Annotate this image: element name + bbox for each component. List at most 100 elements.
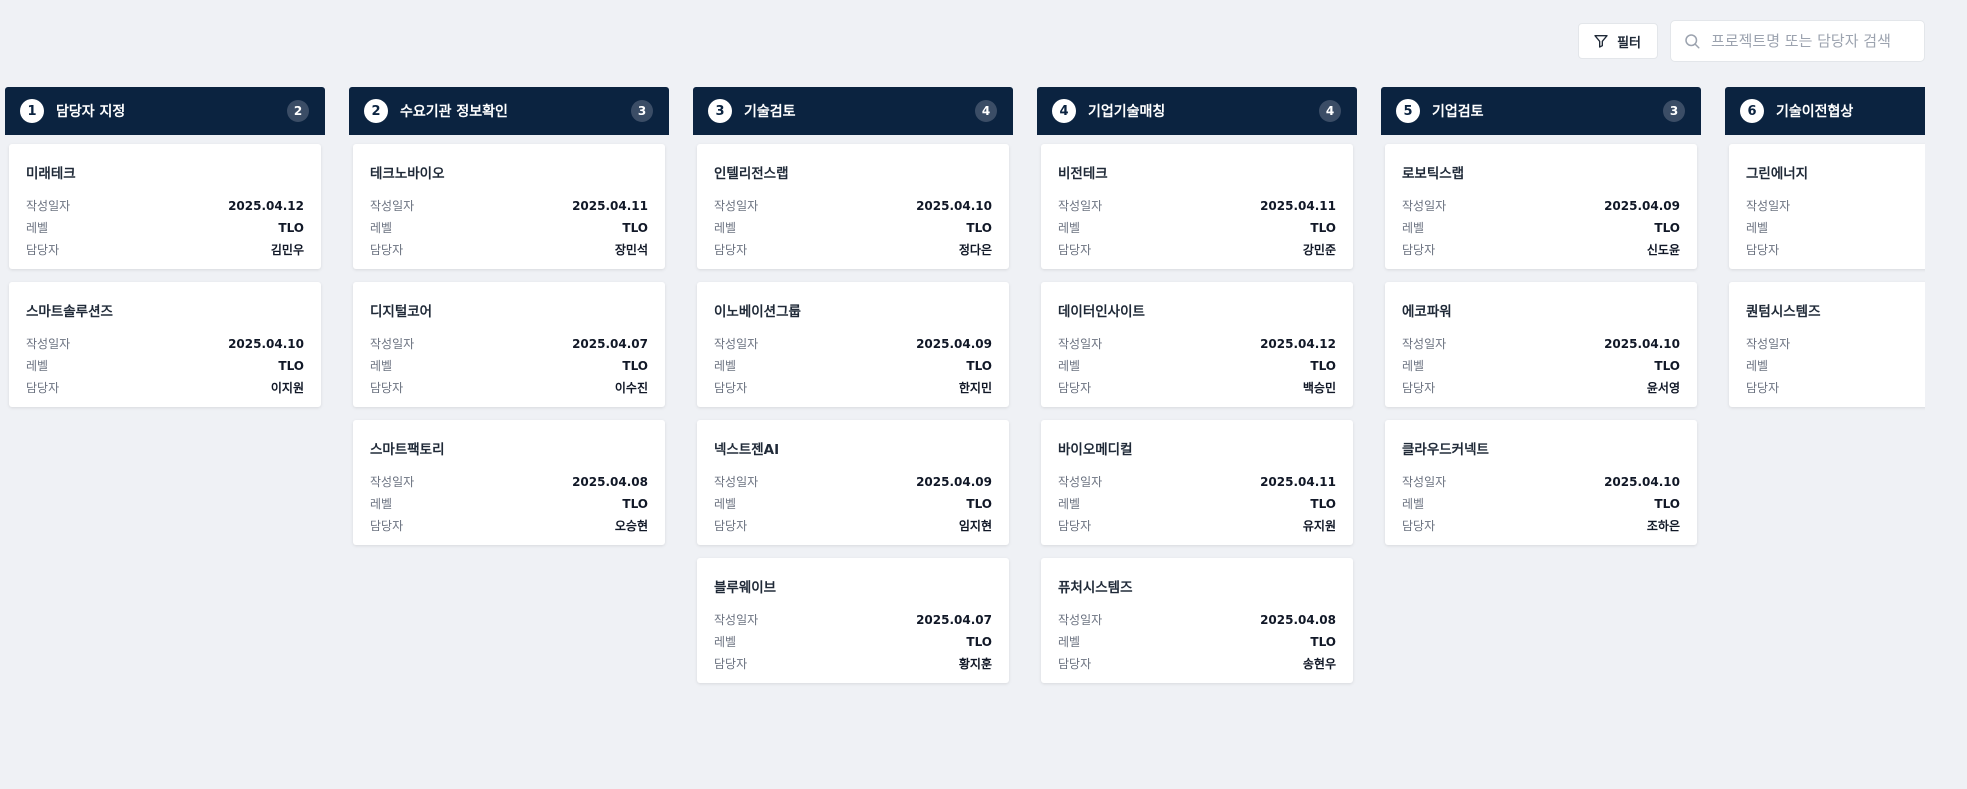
level-label: 레벨 [1058,635,1081,649]
level-value: TLO [278,221,304,235]
card-row-manager: 담당자 [1746,239,1925,261]
manager-label: 담당자 [1746,243,1780,257]
level-label: 레벨 [1402,359,1425,373]
date-value: 2025.04.10 [1604,475,1680,489]
date-value: 2025.04.10 [916,199,992,213]
manager-value: 윤서영 [1646,381,1680,395]
kanban-column: 6 기술이전협상 그린에너지 작성일자 레벨 담당자 퀀텀시스템즈 작성일자 레벨 담당자 [1725,87,1925,683]
project-card[interactable]: 퀀텀시스템즈 작성일자 레벨 담당자 [1729,282,1925,407]
project-card[interactable]: 비전테크 작성일자 2025.04.11 레벨 TLO 담당자 강민준 [1041,144,1353,269]
toolbar: 필터 [1578,20,1925,62]
date-value: 2025.04.11 [1260,199,1336,213]
manager-value: 조하은 [1646,519,1680,533]
date-label: 작성일자 [1746,337,1791,351]
card-row-level: 레벨 TLO [714,217,992,239]
level-label: 레벨 [370,497,393,511]
column-header: 3 기술검토 4 [693,87,1013,135]
level-value: TLO [278,359,304,373]
level-label: 레벨 [714,359,737,373]
project-name: 넥스트젠AI [714,442,780,458]
card-row-level: 레벨 TLO [370,493,648,515]
card-row-date: 작성일자 2025.04.10 [1402,333,1680,355]
project-card[interactable]: 넥스트젠AI 작성일자 2025.04.09 레벨 TLO 담당자 임지현 [697,420,1009,545]
column-card-list: 미래테크 작성일자 2025.04.12 레벨 TLO 담당자 김민우 스마트솔루션즈 작성일자… [5,135,325,407]
filter-icon [1594,35,1608,48]
card-row-date: 작성일자 [1746,195,1925,217]
level-value: TLO [1654,221,1680,235]
column-title: 기업검토 [1432,104,1484,120]
manager-label: 담당자 [370,243,404,257]
card-row-date: 작성일자 2025.04.12 [1058,333,1336,355]
manager-label: 담당자 [714,243,748,257]
manager-value: 한지민 [958,381,992,395]
level-label: 레벨 [1402,497,1425,511]
column-count-badge: 2 [287,100,309,122]
date-value: 2025.04.09 [1604,199,1680,213]
date-value: 2025.04.09 [916,337,992,351]
level-label: 레벨 [1058,359,1081,373]
card-row-date: 작성일자 2025.04.08 [370,471,648,493]
manager-label: 담당자 [1058,381,1092,395]
search-input[interactable] [1711,32,1912,50]
date-label: 작성일자 [1058,613,1103,627]
project-name: 테크노바이오 [370,166,445,182]
project-card[interactable]: 퓨처시스템즈 작성일자 2025.04.08 레벨 TLO 담당자 송현우 [1041,558,1353,683]
level-value: TLO [966,359,992,373]
card-row-date: 작성일자 2025.04.11 [1058,471,1336,493]
kanban-column: 4 기업기술매칭 4 비전테크 작성일자 2025.04.11 레벨 TLO 담당자 강민준 데이터… [1037,87,1357,683]
manager-label: 담당자 [1058,243,1092,257]
search-box[interactable] [1670,20,1925,62]
level-value: TLO [966,221,992,235]
project-card[interactable]: 스마트팩토리 작성일자 2025.04.08 레벨 TLO 담당자 오승현 [353,420,665,545]
date-label: 작성일자 [1402,199,1447,213]
manager-value: 이수진 [614,381,648,395]
level-value: TLO [1654,497,1680,511]
card-row-level: 레벨 TLO [714,631,992,653]
project-card[interactable]: 디지털코어 작성일자 2025.04.07 레벨 TLO 담당자 이수진 [353,282,665,407]
project-name: 스마트솔루션즈 [26,304,113,320]
date-label: 작성일자 [1402,337,1447,351]
project-name: 미래테크 [26,166,76,182]
card-row-level: 레벨 TLO [26,355,304,377]
project-card[interactable]: 로보틱스랩 작성일자 2025.04.09 레벨 TLO 담당자 신도윤 [1385,144,1697,269]
filter-button[interactable]: 필터 [1578,23,1658,59]
project-card[interactable]: 인텔리전스랩 작성일자 2025.04.10 레벨 TLO 담당자 정다은 [697,144,1009,269]
level-label: 레벨 [26,221,49,235]
project-card[interactable]: 그린에너지 작성일자 레벨 담당자 [1729,144,1925,269]
manager-label: 담당자 [1058,519,1092,533]
card-row-manager: 담당자 황지훈 [714,653,992,675]
card-row-manager: 담당자 송현우 [1058,653,1336,675]
date-label: 작성일자 [370,199,415,213]
card-row-manager: 담당자 조하은 [1402,515,1680,537]
manager-label: 담당자 [1402,519,1436,533]
column-step-number: 4 [1052,99,1076,123]
card-row-level: 레벨 TLO [1058,631,1336,653]
date-value: 2025.04.12 [228,199,304,213]
date-value: 2025.04.11 [572,199,648,213]
project-card[interactable]: 스마트솔루션즈 작성일자 2025.04.10 레벨 TLO 담당자 이지원 [9,282,321,407]
column-title: 기업기술매칭 [1088,104,1166,120]
project-card[interactable]: 이노베이션그룹 작성일자 2025.04.09 레벨 TLO 담당자 한지민 [697,282,1009,407]
date-label: 작성일자 [714,337,759,351]
project-card[interactable]: 미래테크 작성일자 2025.04.12 레벨 TLO 담당자 김민우 [9,144,321,269]
manager-label: 담당자 [714,519,748,533]
project-card[interactable]: 바이오메디컬 작성일자 2025.04.11 레벨 TLO 담당자 유지원 [1041,420,1353,545]
project-card[interactable]: 데이터인사이트 작성일자 2025.04.12 레벨 TLO 담당자 백승민 [1041,282,1353,407]
project-card[interactable]: 클라우드커넥트 작성일자 2025.04.10 레벨 TLO 담당자 조하은 [1385,420,1697,545]
project-card[interactable]: 에코파워 작성일자 2025.04.10 레벨 TLO 담당자 윤서영 [1385,282,1697,407]
project-card[interactable]: 블루웨이브 작성일자 2025.04.07 레벨 TLO 담당자 황지훈 [697,558,1009,683]
project-name: 인텔리전스랩 [714,166,789,182]
card-row-date: 작성일자 2025.04.08 [1058,609,1336,631]
manager-label: 담당자 [26,243,60,257]
date-label: 작성일자 [1402,475,1447,489]
kanban-board: 1 담당자 지정 2 미래테크 작성일자 2025.04.12 레벨 TLO 담당자 김민우 스마트… [5,87,1925,789]
date-value: 2025.04.10 [1604,337,1680,351]
card-row-date: 작성일자 2025.04.09 [714,471,992,493]
level-value: TLO [1310,359,1336,373]
date-label: 작성일자 [714,199,759,213]
manager-label: 담당자 [1058,657,1092,671]
project-card[interactable]: 테크노바이오 작성일자 2025.04.11 레벨 TLO 담당자 장민석 [353,144,665,269]
column-title: 담당자 지정 [56,104,126,120]
manager-value: 신도윤 [1646,243,1680,257]
project-name: 에코파워 [1402,304,1452,320]
